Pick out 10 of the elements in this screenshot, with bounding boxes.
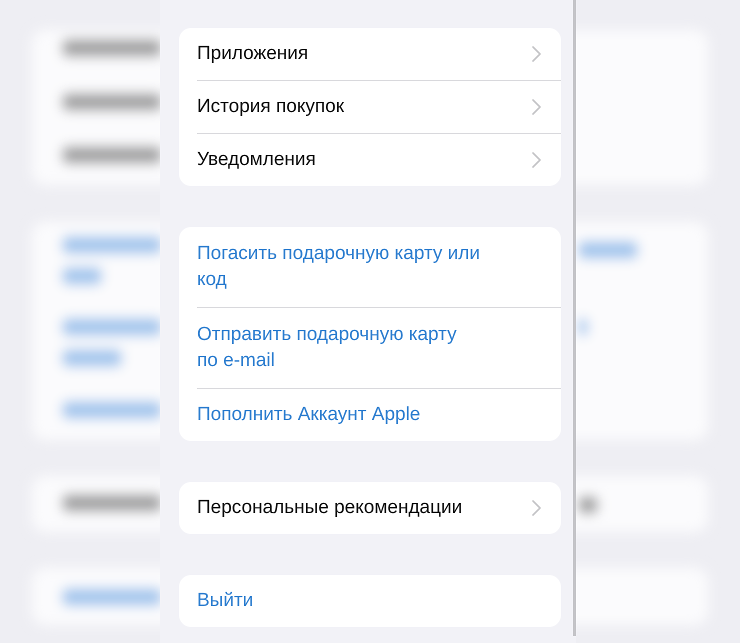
action-link[interactable]: Пополнить Аккаунт Apple bbox=[197, 389, 561, 441]
action-link[interactable]: Погасить подарочную карту или код bbox=[197, 227, 561, 307]
action-link[interactable]: Отправить подарочную карту по e-mail bbox=[197, 308, 561, 388]
chevron-icon bbox=[532, 152, 541, 168]
chevron-icon bbox=[532, 99, 541, 115]
chevron-icon bbox=[532, 500, 541, 516]
menu-item[interactable]: История покупок bbox=[197, 81, 532, 133]
menu-item[interactable]: Уведомления bbox=[197, 134, 532, 186]
menu-item[interactable]: Приложения bbox=[197, 28, 532, 80]
chevron-icon bbox=[532, 46, 541, 62]
